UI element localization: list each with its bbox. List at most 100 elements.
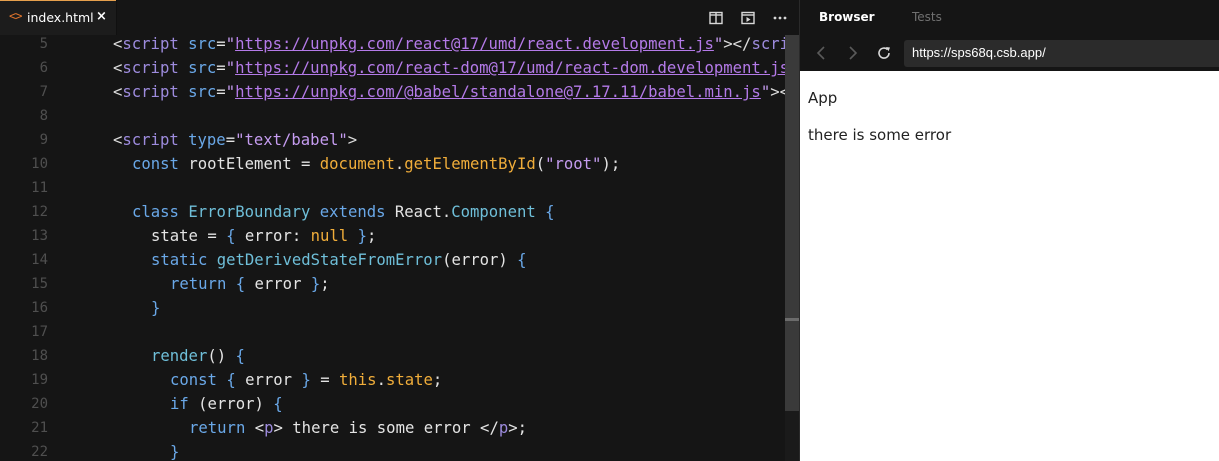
scrollbar-position-marker [785,318,799,321]
code-line[interactable]: 5 <script src="https://unpkg.com/react@17… [0,32,789,56]
code-token: rootElement = [178,155,320,173]
app-heading: App [808,89,838,107]
code-editor[interactable]: <> index.html × 5 <script src="https://un… [0,0,799,461]
code-token: ></ [723,35,752,53]
tab-divider [116,0,117,35]
split-editor-icon[interactable] [709,11,723,25]
code-token: > [347,131,358,149]
code-line[interactable]: 8 [0,104,785,128]
code-line[interactable]: 7 <script src="https://unpkg.com/@babel/s… [0,80,789,104]
line-source: const { error } = this.state; [170,368,442,392]
code-token: >; [508,419,528,437]
url-bar[interactable]: https://sps68q.csb.app/ [904,40,1219,67]
code-token: < [113,83,123,101]
code-line[interactable]: 9 <script type="text/babel"> [0,128,785,152]
forward-arrow-icon[interactable] [842,43,862,63]
tab-browser[interactable]: Browser [819,10,875,24]
line-number: 7 [39,84,48,100]
code-token: document [319,155,395,173]
error-message: there is some error [808,126,952,144]
code-token: const [170,371,217,389]
code-token: ; [320,275,330,293]
code-line[interactable]: 20 if (error) { [0,392,785,416]
scrollbar-thumb[interactable] [785,35,799,411]
code-token: error [235,371,302,389]
code-token: (error) [188,395,274,413]
back-arrow-icon[interactable] [812,43,832,63]
preview-icon[interactable] [741,11,755,25]
code-line[interactable]: 6 <script src="https://unpkg.com/react-do… [0,56,789,80]
more-icon[interactable] [773,16,787,20]
code-token: . [394,155,405,173]
code-line[interactable]: 11 [0,176,785,200]
line-number: 20 [31,396,48,412]
line-source: <script type="text/babel"> [113,128,357,152]
code-token: state [385,371,433,389]
code-token: https://unpkg.com/@babel/standalone@7.17… [235,83,761,101]
code-token: class [132,203,179,221]
line-number: 21 [31,420,48,436]
code-token: static [151,251,208,269]
code-line[interactable]: 22} [0,440,785,461]
code-token: { [226,371,236,389]
code-line[interactable]: 14 static getDerivedStateFromError(error)… [0,248,785,272]
code-line[interactable]: 15 return { error }; [0,272,785,296]
line-source: if (error) { [170,392,283,416]
tab-tests[interactable]: Tests [912,10,942,24]
code-token: scri [751,35,790,53]
code-token: < [113,131,123,149]
code-token: () [207,347,236,365]
line-source: const rootElement = document.getElementB… [132,152,620,176]
line-source: return { error }; [170,272,330,296]
tab-label: index.html [27,10,94,25]
close-icon[interactable]: × [96,9,107,24]
code-token: = [216,83,226,101]
url-text[interactable]: https://sps68q.csb.app/ [912,45,1046,60]
line-number: 19 [31,372,48,388]
code-token: return [189,419,246,437]
code-line[interactable]: 21 return <p> there is some error </p>; [0,416,785,440]
code-token: " [760,83,771,101]
code-token: { [273,395,283,413]
line-source: } [170,440,179,461]
code-token: src [188,59,217,77]
code-line[interactable]: 18 render() { [0,344,785,368]
code-token: { [235,275,246,293]
code-token: script [122,131,179,149]
code-token: < [113,35,123,53]
line-number: 6 [39,60,48,76]
code-token: { [545,203,555,221]
code-token: "root" [545,155,602,173]
line-number: 8 [39,108,48,124]
tab-index-html[interactable]: <> index.html × [0,0,116,35]
line-source: } [151,296,160,320]
code-token: ; [432,371,443,389]
code-line[interactable]: 13 state = { error: null }; [0,224,785,248]
code-token: . [376,371,386,389]
code-line[interactable]: 16} [0,296,785,320]
code-token: type [188,131,226,149]
code-token: extends [319,203,386,221]
code-line[interactable]: 19 const { error } = this.state; [0,368,785,392]
browser-viewport[interactable]: App there is some error [800,71,1219,461]
code-token: ); [601,155,621,173]
refresh-icon[interactable] [874,43,894,63]
editor-scrollbar[interactable] [785,35,799,461]
line-number: 18 [31,348,48,364]
code-token: this [339,371,377,389]
code-token: src [188,35,217,53]
code-line[interactable]: 17 [0,320,785,344]
code-token: { [226,227,236,245]
code-line[interactable]: 10 const rootElement = document.getElemen… [0,152,785,176]
code-line[interactable]: 12 class ErrorBoundary extends React.Comp… [0,200,785,224]
code-token: } [151,299,161,317]
code-token: "text/babel" [235,131,348,149]
code-token: = [310,371,340,389]
line-number: 10 [31,156,48,172]
